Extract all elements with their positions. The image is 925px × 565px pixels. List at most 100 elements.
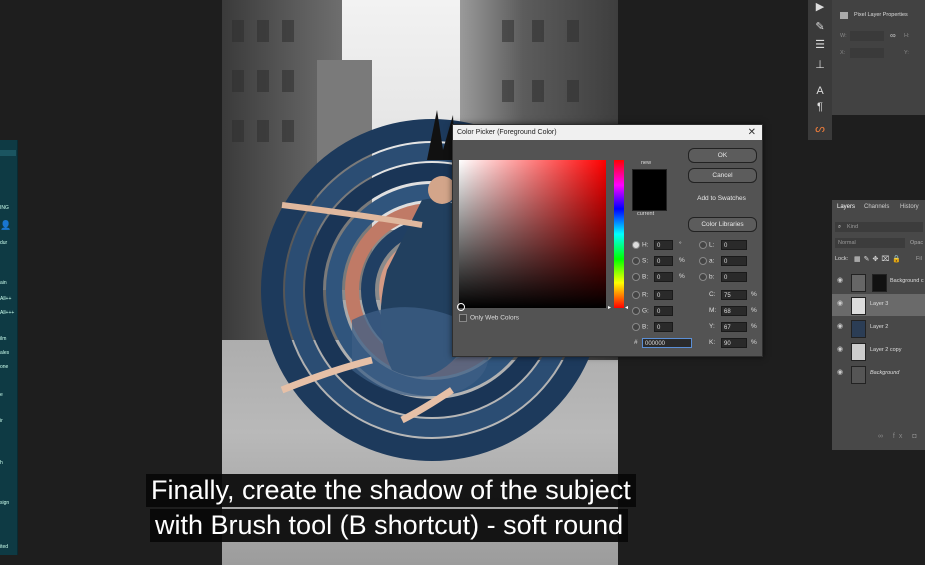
m-label: M: — [709, 307, 717, 314]
lab-b-radio[interactable]: b: — [699, 273, 714, 281]
left-panel-item[interactable]: ales — [0, 350, 16, 356]
add-to-swatches-button[interactable]: Add to Swatches — [688, 192, 755, 205]
x-field[interactable] — [850, 48, 884, 58]
lock-label: Lock: — [835, 256, 849, 262]
layer-name: Background c — [890, 278, 924, 284]
eye-icon[interactable]: ◉ — [837, 300, 845, 307]
rgb-b-radio[interactable]: B: — [632, 323, 648, 331]
layer-row[interactable]: ◉ Background c — [832, 271, 925, 293]
eye-icon[interactable]: ◉ — [837, 346, 845, 353]
y-field[interactable]: 67 — [721, 322, 747, 332]
m-field[interactable]: 68 — [721, 306, 747, 316]
eye-icon[interactable]: ◉ — [837, 369, 845, 376]
left-panel-item[interactable]: sign — [0, 500, 16, 506]
stamp-icon[interactable]: ⊥ — [812, 58, 828, 72]
only-web-colors-checkbox[interactable]: Only Web Colors — [459, 314, 519, 322]
layers-panel: Layers Channels History ⌕ Kind Normal Op… — [832, 200, 925, 450]
layer-row[interactable]: ◉ Background — [832, 363, 925, 385]
color-swatch — [632, 169, 667, 211]
eye-icon[interactable]: ◉ — [837, 323, 845, 330]
play-icon[interactable]: ▶ — [812, 0, 828, 14]
k-field[interactable]: 90 — [721, 338, 747, 348]
properties-title: Pixel Layer Properties — [854, 12, 908, 18]
width-field[interactable] — [850, 31, 884, 41]
color-libraries-button[interactable]: Color Libraries — [688, 217, 757, 232]
eye-icon[interactable]: ◉ — [837, 277, 845, 284]
layer-filter[interactable]: ⌕ Kind — [835, 222, 923, 232]
layer-footer-icons[interactable]: ∞ fx ◘ — [878, 433, 921, 440]
close-icon[interactable]: ✕ — [748, 125, 756, 140]
left-panel-item[interactable]: e — [0, 392, 16, 398]
fill-label: Fil — [916, 256, 922, 262]
m-unit: % — [751, 307, 757, 314]
hue-slider[interactable] — [614, 160, 624, 308]
left-panel-item[interactable]: ilm — [0, 336, 16, 342]
left-panel-item[interactable]: h — [0, 460, 16, 466]
search-icon: ⌕ — [838, 224, 842, 230]
s-radio[interactable]: S: — [632, 257, 648, 265]
y-unit: % — [751, 323, 757, 330]
slider-left-arrow[interactable]: ▸ — [608, 304, 611, 311]
h-field[interactable]: 0 — [654, 240, 673, 250]
s-field[interactable]: 0 — [654, 256, 673, 266]
pixel-layer-icon — [840, 12, 848, 19]
blend-mode-select[interactable]: Normal — [835, 238, 905, 248]
left-panel-item[interactable]: one — [0, 364, 16, 370]
glyph-icon[interactable]: ᔕ — [812, 122, 828, 136]
r-radio[interactable]: R: — [632, 291, 649, 299]
cancel-button[interactable]: Cancel — [688, 168, 757, 183]
b-radio[interactable]: B: — [632, 273, 648, 281]
left-panel-item[interactable]: ited — [0, 544, 16, 550]
hex-field[interactable]: 000000 — [642, 338, 692, 348]
checkbox-box[interactable] — [459, 314, 467, 322]
color-field-cursor[interactable] — [457, 303, 465, 311]
hex-label: # — [634, 339, 638, 346]
tab-layers[interactable]: Layers — [837, 204, 855, 210]
paragraph-icon[interactable]: ¶ — [812, 100, 828, 114]
a-radio[interactable]: a: — [699, 257, 714, 265]
left-panel-item[interactable]: ain — [0, 280, 16, 286]
s-unit: % — [679, 257, 685, 264]
dialog-titlebar[interactable]: Color Picker (Foreground Color) ✕ — [453, 125, 762, 140]
tab-channels[interactable]: Channels — [864, 204, 889, 210]
layer-row[interactable]: ◉ Layer 2 — [832, 317, 925, 339]
adjust-icon[interactable]: ☰ — [812, 38, 828, 52]
layer-name: Layer 2 — [870, 324, 889, 330]
left-panel-item[interactable]: ir — [0, 418, 16, 424]
left-side-panel: ING 👤 dur ain All++ All+++ ilm ales one … — [0, 140, 18, 555]
color-field[interactable] — [459, 160, 606, 308]
layer-name: Layer 2 copy — [870, 347, 902, 353]
k-label: K: — [709, 339, 716, 346]
character-icon[interactable]: A — [812, 84, 828, 98]
r-field[interactable]: 0 — [654, 290, 673, 300]
g-radio[interactable]: G: — [632, 307, 649, 315]
slider-right-arrow[interactable]: ◂ — [625, 304, 628, 311]
left-panel-item[interactable]: dur — [0, 240, 16, 246]
h-label: H: — [904, 33, 910, 39]
subtitle-line-2: with Brush tool (B shortcut) - soft roun… — [150, 509, 629, 542]
left-panel-item[interactable]: All+++ — [0, 310, 16, 316]
brush-tool-icon[interactable]: ✎ — [812, 20, 828, 34]
rgb-b-field[interactable]: 0 — [654, 322, 673, 332]
left-panel-item[interactable]: All++ — [0, 296, 16, 302]
lab-b-field[interactable]: 0 — [721, 272, 747, 282]
link-icon[interactable]: ∞ — [890, 31, 896, 40]
c-field[interactable]: 75 — [721, 290, 747, 300]
layer-row[interactable]: ◉ Layer 2 copy — [832, 340, 925, 362]
ok-button[interactable]: OK — [688, 148, 757, 163]
layer-name: Layer 3 — [870, 301, 889, 307]
panel-menu-icon[interactable] — [0, 150, 16, 156]
h-radio[interactable]: H: — [632, 241, 649, 249]
layer-row-selected[interactable]: ◉ Layer 3 — [832, 294, 925, 316]
layer-mask-thumbnail — [872, 274, 887, 292]
properties-panel: Pixel Layer Properties W: ∞ H: X: Y: — [832, 0, 925, 115]
lock-icons[interactable]: ▦✎✥⌧🔒 — [854, 255, 904, 263]
b-field[interactable]: 0 — [654, 272, 673, 282]
tab-history[interactable]: History — [900, 204, 919, 210]
a-field[interactable]: 0 — [721, 256, 747, 266]
blend-mode: Normal — [838, 240, 856, 246]
left-panel-item[interactable]: ING — [0, 205, 16, 211]
l-field[interactable]: 0 — [721, 240, 747, 250]
l-radio[interactable]: L: — [699, 241, 714, 249]
g-field[interactable]: 0 — [654, 306, 673, 316]
